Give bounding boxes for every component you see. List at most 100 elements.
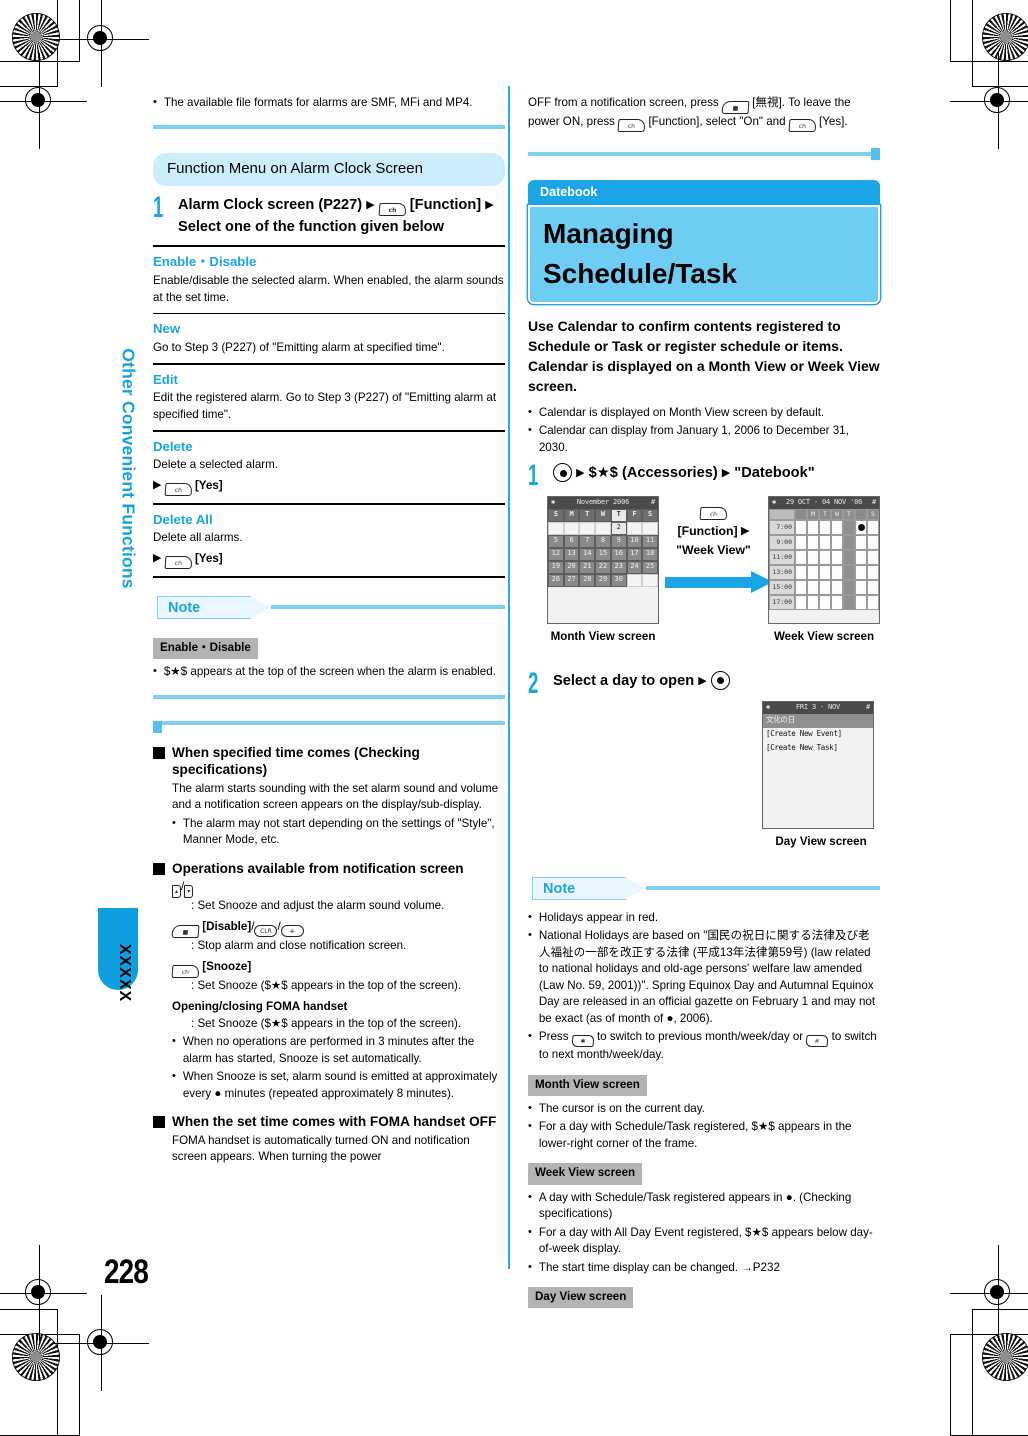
step-number: 2 [528,666,539,700]
bullet-dot-icon: • [528,424,532,437]
crosshair-icon [0,1245,87,1341]
time-label: 15:00 [769,579,795,595]
bullet-text: Calendar can display from January 1, 200… [538,424,849,454]
slot-cell [795,549,807,565]
list-item: • When no operations are performed in 3 … [172,1034,505,1067]
function-key-icon: ch [171,964,200,978]
down-key-icon: ▾ [184,884,194,898]
bullet-text: National Holidays are based on "国民の祝日に関す… [538,929,876,1025]
dow-cell: M [563,508,580,522]
list-item: • The start time display can be changed.… [528,1260,880,1276]
power-key-icon: ⎈ [280,925,304,938]
subsection-heading: Operations available from notification s… [153,860,505,878]
section-chip: Month View screen [528,1074,647,1096]
slot-cell [867,519,879,535]
operation-keys: ■ [Disable]/CLR / ⎈ [171,919,505,938]
day-cell: 2 [610,521,627,535]
dow-cell [795,508,807,520]
right-column: OFF from a notification screen, press ■ … [528,95,880,1313]
note-banner: Note [528,876,880,903]
list-item: • Holidays appear in red. [528,910,880,926]
slot-cell [831,549,843,565]
step-number: 1 [153,190,164,224]
day-cell [548,521,564,535]
month-view-figure: ✱ November 2006 # S M T W T F S 1 2 3 4 … [547,495,659,645]
month-title: November 2006 [576,497,630,506]
slot-cell [831,519,843,535]
status-right-icon: # [865,703,870,712]
asterisk-key-icon: ✱ [571,1035,595,1048]
divider [153,245,505,248]
chapter-tag: Datebook [528,180,880,205]
bullet-dot-icon: • [528,405,532,418]
lead-paragraph: Use Calendar to confirm contents registe… [528,318,880,394]
clear-key-icon: ■ [171,924,200,938]
slot-cell [795,534,807,550]
slot-cell [807,579,819,595]
slot-cell [867,594,879,610]
list-item: [Create New Task] [766,743,838,753]
section-corner-bar [528,148,880,160]
slot-cell [843,564,855,580]
star-target-icon [12,1333,60,1381]
yes-label: [Yes] [194,478,223,492]
step-1: 1 ▶ $★$ (Accessories) ▶ "Datebook" [528,461,880,491]
step-text: Alarm Clock screen (P227) ▶ ch [Function… [178,194,505,239]
day-view-figure: ✱ FRI 3 - NOV # 文化の日 [Create New Event] … [762,701,880,850]
slot-cell [819,579,831,595]
function-desc: Delete all alarms. [153,531,243,545]
operation-desc: : Set Snooze ($★$ appears in the top of … [191,978,462,992]
slot-cell [843,534,855,550]
square-bullet-icon [153,746,165,759]
continued-text-d: [Yes]. [819,114,848,128]
status-left-icon: ✱ [766,703,771,712]
center-key-icon [553,463,572,483]
status-bar: ✱ 29 OCT - 04 NOV '06 # [769,496,879,509]
dow-cell: M [807,508,819,520]
step-text: Select a day to open ▶ [553,670,880,692]
function-key-icon: ch [378,203,407,217]
function-extra: ▶ ch [Yes] [153,551,505,570]
week-view-caption: Week View screen [773,629,875,643]
day-cell: 19 [548,560,564,574]
divider [153,125,505,130]
operation-label: [Snooze] [202,960,252,974]
dow-cell: T [819,508,831,520]
crosshair-icon [950,53,1028,149]
status-bar: ✱ November 2006 # [548,496,658,509]
dow-cell: W [831,508,843,520]
slot-cell [867,579,879,595]
star-target-icon [982,1333,1028,1381]
function-key-icon: ch [699,507,728,521]
bullet-text: The cursor is on the current day. [538,1101,705,1115]
section-chip: Day View screen [528,1287,634,1309]
bullet-dot-icon: • [172,816,176,829]
function-key-label: [Function] [409,196,482,213]
slot-cell [831,534,843,550]
heading-text: Operations available from notification s… [172,860,464,876]
yes-label: [Yes] [194,551,223,565]
arrow-icon: ▶ [366,198,375,211]
arrow-icon: ▶ [153,478,162,491]
list-item: • $★$ appears at the top of the screen w… [153,664,505,680]
day-cell: 3 [626,521,643,535]
bullet-dot-icon: • [528,1190,532,1203]
operation-desc: : Stop alarm and close notification scre… [191,938,407,952]
arrow-icon: ▶ [153,551,162,564]
continued-paragraph: OFF from a notification screen, press ■ … [528,95,880,132]
function-name: Delete [153,438,193,454]
day-cell: 14 [579,547,596,561]
operation-keys: ch [Snooze] [171,959,505,978]
list-item: • Press ✱ to switch to previous month/we… [528,1029,880,1063]
day-cell: 7 [579,534,596,548]
note-chip: Enable・Disable [153,637,258,660]
transition-block: ch [Function] ▶ "Week View" [659,496,773,594]
section-corner-bar [153,720,505,733]
note-arrow-icon [249,595,271,619]
status-right-icon: # [871,497,876,506]
time-label: 7:00 [769,519,795,535]
arrow-icon: ▶ [741,525,750,538]
divider [153,694,505,699]
crosshair-icon [53,0,149,87]
day-cell: 13 [563,547,580,561]
